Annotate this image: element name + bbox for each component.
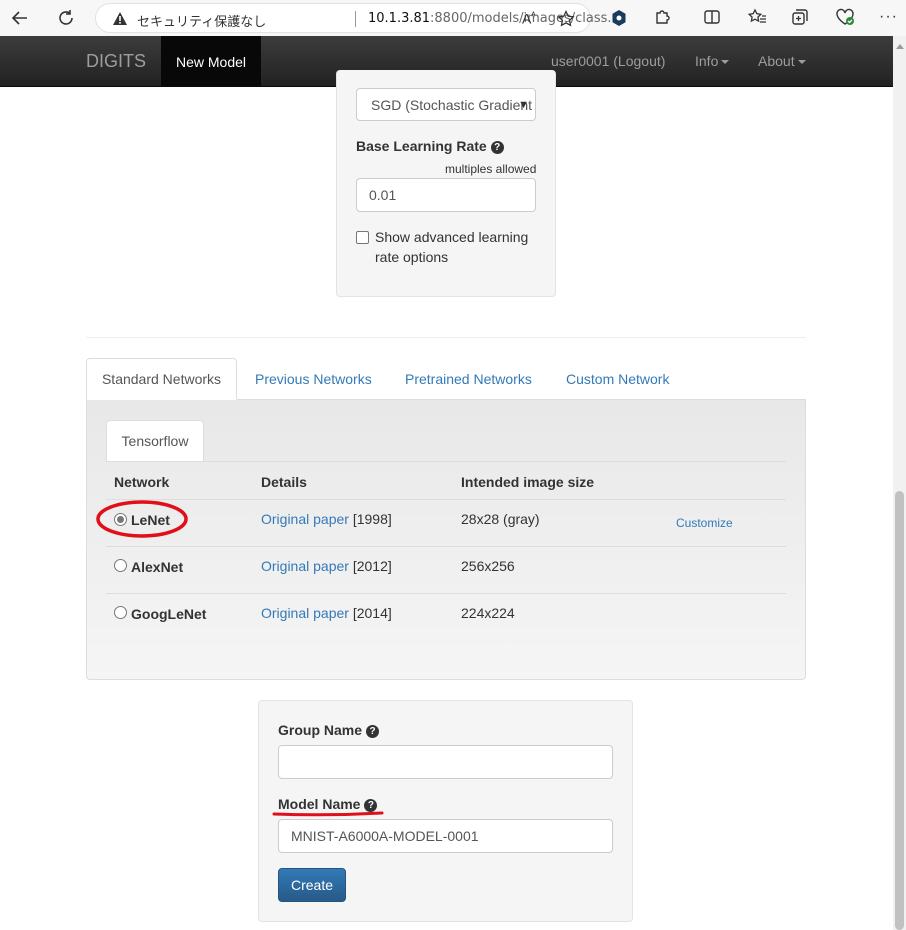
back-icon[interactable] — [8, 6, 32, 30]
nav-new-model[interactable]: New Model — [161, 36, 261, 87]
multiples-allowed-hint: multiples allowed — [445, 162, 537, 176]
network-radio-googlenet[interactable] — [114, 606, 127, 619]
learning-rate-input[interactable]: 0.01 — [356, 178, 536, 212]
browser-essentials-heart-icon[interactable] — [835, 8, 855, 26]
divider — [355, 11, 356, 27]
nav-user-logout[interactable]: user0001 (Logout) — [551, 53, 665, 69]
read-aloud-icon[interactable]: Aᴬ — [522, 10, 535, 27]
image-size: 28x28 (gray) — [461, 511, 540, 527]
divider — [86, 337, 806, 338]
column-header-network: Network — [114, 474, 170, 490]
annotation-circle — [96, 500, 188, 538]
help-icon[interactable]: ? — [366, 725, 380, 738]
annotation-underline — [272, 811, 384, 817]
page-scrollbar[interactable] — [893, 36, 906, 930]
caret-down-icon — [721, 60, 730, 65]
solver-type-select[interactable]: SGD (Stochastic Gradient Descent)▼ — [356, 88, 536, 121]
extension-hex-icon[interactable] — [611, 9, 627, 27]
advanced-lr-label: Show advanced learning — [375, 229, 529, 245]
original-paper-link[interactable]: Original paper — [261, 511, 349, 527]
scroll-up-icon[interactable] — [896, 44, 904, 49]
network-radio-alexnet[interactable] — [114, 559, 127, 572]
network-name-alexnet: AlexNet — [131, 559, 184, 575]
tab-custom-network[interactable]: Custom Network — [566, 358, 669, 400]
table-divider — [106, 546, 786, 547]
brand-logo[interactable]: DIGITS — [86, 51, 146, 72]
create-button[interactable]: Create — [278, 868, 346, 902]
favorites-list-icon[interactable] — [747, 8, 767, 26]
table-row: Original paper [2014] — [261, 605, 392, 621]
tab-pretrained-networks[interactable]: Pretrained Networks — [405, 358, 532, 400]
nav-info-dropdown[interactable]: Info — [695, 53, 730, 69]
model-name-input[interactable]: MNIST-A6000A-MODEL-0001 — [278, 819, 613, 853]
split-screen-icon[interactable] — [703, 8, 721, 26]
base-learning-rate-label: Base Learning Rate? — [356, 138, 504, 154]
address-bar[interactable]: セキュリティ保護なし 10.1.3.81:8800/models/images/… — [95, 3, 620, 33]
refresh-icon[interactable] — [54, 6, 78, 30]
chevron-down-icon: ▼ — [518, 99, 529, 111]
image-size: 224x224 — [461, 605, 515, 621]
caret-down-icon — [797, 60, 806, 65]
original-paper-link[interactable]: Original paper — [261, 605, 349, 621]
table-divider — [106, 499, 786, 500]
group-name-input[interactable] — [278, 745, 613, 779]
extensions-puzzle-icon[interactable] — [654, 8, 672, 26]
table-row: Original paper [2012] — [261, 558, 392, 574]
subtabs-border — [106, 461, 786, 462]
column-header-details: Details — [261, 474, 307, 490]
tab-standard-networks[interactable]: Standard Networks — [86, 358, 237, 400]
nav-about-dropdown[interactable]: About — [758, 53, 806, 69]
network-name-googlenet: GoogLeNet — [131, 606, 207, 622]
scrollbar-thumb[interactable] — [895, 491, 904, 930]
table-row: Original paper [1998] — [261, 511, 392, 527]
warning-icon — [113, 12, 127, 25]
url-text: 10.1.3.81:8800/models/images/class... — [368, 11, 620, 26]
advanced-lr-checkbox[interactable] — [356, 231, 369, 244]
help-icon[interactable]: ? — [490, 141, 504, 154]
security-label: セキュリティ保護なし — [137, 15, 267, 30]
column-header-image-size: Intended image size — [461, 474, 595, 490]
table-divider — [106, 593, 786, 594]
group-name-label: Group Name? — [278, 722, 380, 738]
original-paper-link[interactable]: Original paper — [261, 558, 349, 574]
advanced-lr-label-line2: rate options — [375, 249, 449, 265]
collections-icon[interactable] — [791, 8, 809, 26]
more-menu-icon[interactable]: ··· — [879, 8, 898, 26]
tab-previous-networks[interactable]: Previous Networks — [255, 358, 372, 400]
tab-tensorflow[interactable]: Tensorflow — [106, 420, 204, 462]
image-size: 256x256 — [461, 558, 515, 574]
favorite-star-icon[interactable] — [557, 10, 575, 28]
customize-link[interactable]: Customize — [676, 516, 733, 530]
browser-toolbar: セキュリティ保護なし 10.1.3.81:8800/models/images/… — [0, 0, 906, 36]
